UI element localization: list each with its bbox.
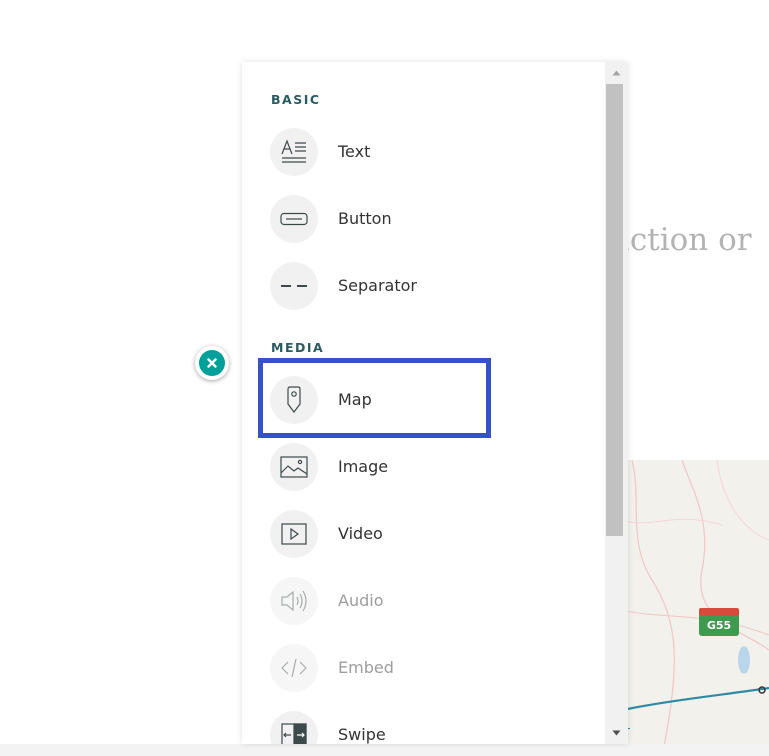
- block-item-map[interactable]: Map: [270, 376, 590, 426]
- panel-scrollbar[interactable]: [605, 62, 628, 744]
- button-icon: [270, 195, 318, 243]
- block-item-label: Separator: [338, 276, 417, 295]
- block-item-separator[interactable]: Separator: [270, 262, 590, 312]
- block-item-text[interactable]: Text: [270, 128, 590, 178]
- block-item-label: Audio: [338, 591, 384, 610]
- swipe-icon: [270, 711, 318, 744]
- block-item-audio[interactable]: Audio: [270, 577, 590, 627]
- scrollbar-thumb[interactable]: [606, 84, 623, 536]
- bottom-bar: [0, 744, 769, 756]
- block-item-label: Map: [338, 390, 372, 409]
- block-item-label: Swipe: [338, 725, 386, 744]
- block-item-swipe[interactable]: Swipe: [270, 711, 590, 744]
- block-item-label: Text: [338, 142, 371, 161]
- block-item-label: Image: [338, 457, 389, 476]
- video-icon: [270, 510, 318, 558]
- map-pin-icon: [270, 376, 318, 424]
- panel-content: BASIC Text Button Separator MEDIA Map Im…: [242, 62, 605, 744]
- section-label-media: MEDIA: [271, 340, 325, 355]
- block-item-image[interactable]: Image: [270, 443, 590, 493]
- block-item-video[interactable]: Video: [270, 510, 590, 560]
- section-label-basic: BASIC: [271, 92, 321, 107]
- block-item-button[interactable]: Button: [270, 195, 590, 245]
- image-icon: [270, 443, 318, 491]
- block-item-label: Video: [338, 524, 383, 543]
- text-icon: [270, 128, 318, 176]
- block-item-label: Embed: [338, 658, 394, 677]
- embed-icon: [270, 644, 318, 692]
- background-map: G55: [622, 460, 769, 756]
- highway-shield-label: G55: [706, 619, 732, 632]
- separator-icon: [270, 262, 318, 310]
- block-item-embed[interactable]: Embed: [270, 644, 590, 694]
- close-panel-button[interactable]: [195, 346, 229, 380]
- scroll-up-arrow-icon[interactable]: [605, 64, 628, 81]
- scroll-down-arrow-icon[interactable]: [605, 724, 628, 741]
- insert-block-panel: BASIC Text Button Separator MEDIA Map Im…: [242, 62, 628, 744]
- close-icon: [199, 350, 225, 376]
- audio-icon: [270, 577, 318, 625]
- block-item-label: Button: [338, 209, 392, 228]
